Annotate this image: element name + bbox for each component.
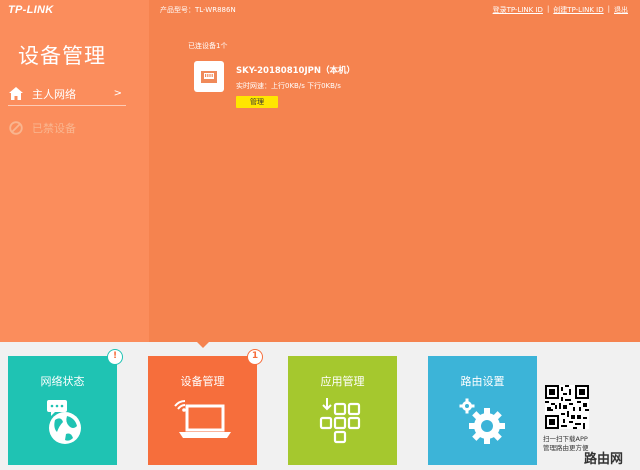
network-status-alert-badge: ! <box>107 349 123 365</box>
sidebar-item-blocked-devices[interactable]: 已禁设备 <box>8 116 126 140</box>
tile-router-settings[interactable]: 路由设置 <box>428 356 537 465</box>
tile-label: 路由设置 <box>460 375 505 388</box>
tile-network-status[interactable]: 网络状态 <box>8 356 117 465</box>
qr-caption-line: 管理路由更方便 <box>543 444 589 452</box>
sidebar-item-host-network[interactable]: 主人网络 > <box>8 82 126 106</box>
device-management-count-badge: 1 <box>247 349 263 365</box>
qr-caption-line: 扫一扫下载APP <box>543 435 588 443</box>
app-download-qr-code <box>545 385 589 429</box>
qr-caption: 扫一扫下载APP 管理路由更方便 <box>543 435 589 453</box>
home-icon <box>8 86 24 102</box>
device-name: SKY-20180810JPN（本机） <box>236 66 355 76</box>
connected-device-count: 已连设备1个 <box>188 42 228 50</box>
link-separator: | <box>546 5 550 13</box>
sidebar-item-label: 主人网络 <box>32 87 76 101</box>
login-tplink-id-link[interactable]: 登录TP-LINK ID <box>493 5 543 15</box>
account-links: 登录TP-LINK ID | 创建TP-LINK ID | 退出 <box>493 5 628 15</box>
tile-label: 网络状态 <box>40 375 85 388</box>
tile-device-management[interactable]: 设备管理 <box>148 356 257 465</box>
tile-label: 设备管理 <box>180 375 225 388</box>
manage-device-button[interactable]: 管理 <box>236 96 278 108</box>
active-tile-pointer <box>197 342 209 348</box>
chevron-right-icon: > <box>113 88 122 99</box>
gear-icon <box>428 396 537 446</box>
tp-link-logo: TP-LINK <box>8 4 54 16</box>
link-separator: | <box>607 5 610 13</box>
ethernet-port-icon <box>194 61 224 92</box>
product-model: 产品型号：TL-WR886N <box>160 6 236 14</box>
tile-app-management[interactable]: 应用管理 <box>288 356 397 465</box>
apps-grid-icon <box>288 396 397 444</box>
sidebar-item-label: 已禁设备 <box>32 122 76 135</box>
site-watermark: 路由网 <box>584 452 624 467</box>
logout-link[interactable]: 退出 <box>614 5 628 15</box>
device-speed: 实时网速：上行0KB/s 下行0KB/s <box>236 82 341 90</box>
page-title: 设备管理 <box>18 44 106 68</box>
create-tplink-id-link[interactable]: 创建TP-LINK ID <box>553 5 603 15</box>
laptop-wifi-icon <box>148 396 257 444</box>
globe-chat-icon <box>8 396 117 446</box>
tile-label: 应用管理 <box>320 375 365 388</box>
block-icon <box>8 120 24 136</box>
